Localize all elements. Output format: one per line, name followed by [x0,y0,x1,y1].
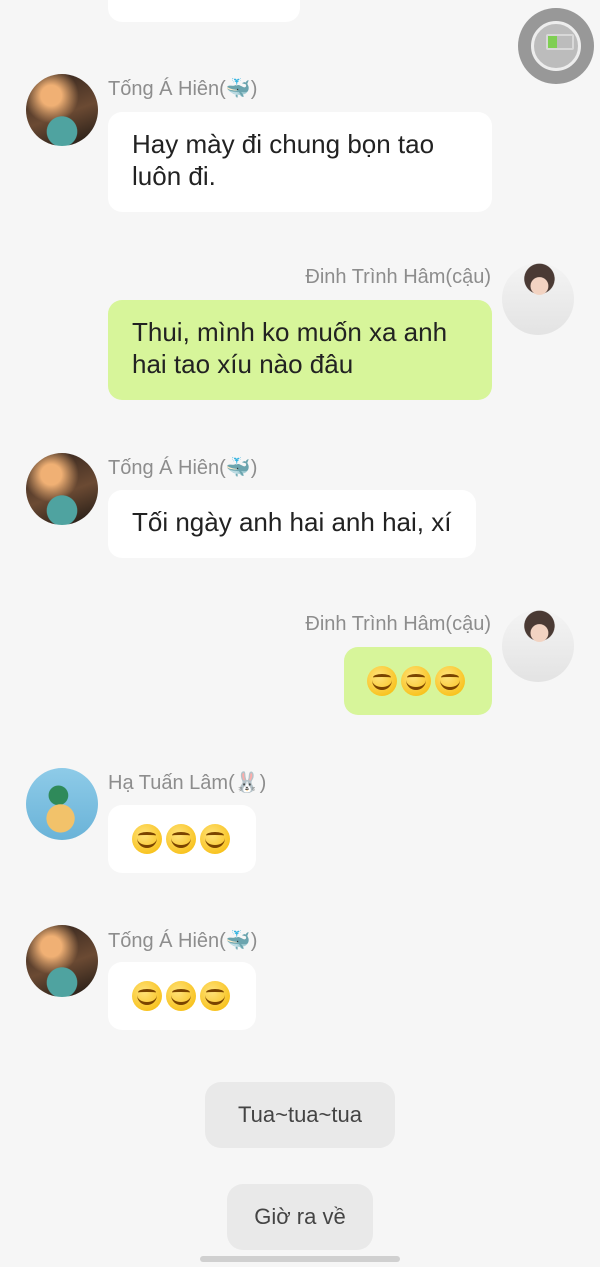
avatar-dinh-trinh-ham[interactable] [502,610,574,682]
floating-assistive-button[interactable] [518,8,594,84]
avatar-tong-a-hien[interactable] [26,453,98,525]
laughing-emoji-icon [200,981,230,1011]
avatar-dinh-trinh-ham[interactable] [502,263,574,335]
sender-name: Hạ Tuấn Lâm(🐰) [108,772,267,794]
home-indicator[interactable] [200,1256,400,1262]
message-text: Hay mày đi chung bọn tao luôn đi. [132,129,435,191]
emoji-group [132,805,232,873]
message-bubble[interactable] [108,805,256,873]
sender-name: Đinh Trình Hâm(cậu) [305,613,491,635]
message-bubble[interactable]: Tối ngày anh hai anh hai, xí [108,490,476,558]
sender-name: Tống Á Hiên(🐳) [108,930,258,952]
sender-name: Tống Á Hiên(🐳) [108,457,258,479]
battery-icon [546,34,574,50]
laughing-emoji-icon [132,824,162,854]
message-text: Tối ngày anh hai anh hai, xí [132,507,452,537]
message-bubble[interactable]: Thui, mình ko muốn xa anh hai tao xíu nà… [108,300,492,400]
laughing-emoji-icon [401,666,431,696]
laughing-emoji-icon [200,824,230,854]
message-bubble[interactable]: Hay mày đi chung bọn tao luôn đi. [108,112,492,212]
message-bubble[interactable] [344,647,492,715]
avatar-tong-a-hien[interactable] [26,925,98,997]
laughing-emoji-icon [435,666,465,696]
laughing-emoji-icon [132,981,162,1011]
laughing-emoji-icon [166,981,196,1011]
avatar-ha-tuan-lam[interactable] [26,768,98,840]
sender-name: Đinh Trình Hâm(cậu) [305,266,491,288]
message-bubble[interactable] [108,962,256,1030]
sender-name: Tống Á Hiên(🐳) [108,78,258,100]
quick-reply-button[interactable]: Tua~tua~tua [205,1082,395,1148]
emoji-group [367,647,469,715]
laughing-emoji-icon [166,824,196,854]
previous-message-bubble [108,0,300,22]
avatar-tong-a-hien[interactable] [26,74,98,146]
message-text: Thui, mình ko muốn xa anh hai tao xíu nà… [132,317,448,379]
laughing-emoji-icon [367,666,397,696]
quick-reply-button[interactable]: Giờ ra về [227,1184,373,1250]
emoji-group [132,962,232,1030]
